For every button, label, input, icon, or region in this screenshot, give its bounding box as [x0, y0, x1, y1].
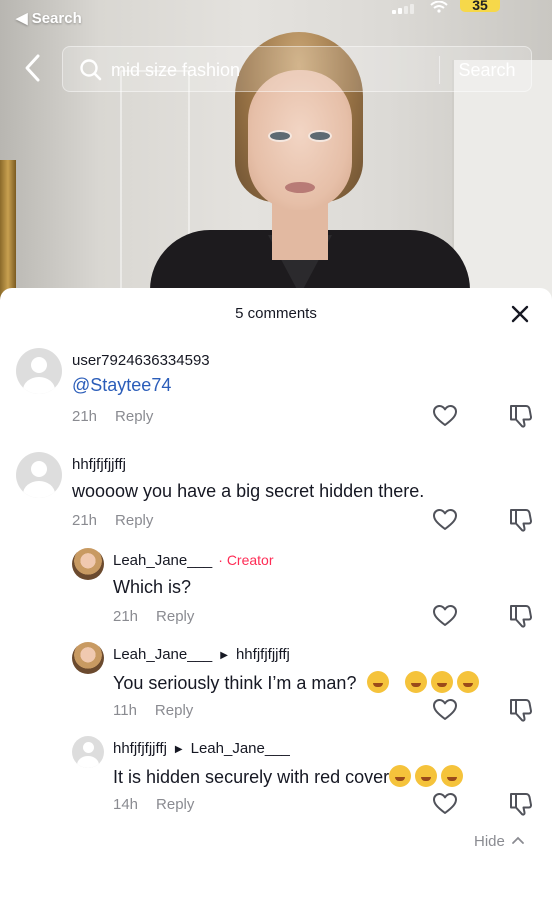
- comment-item: user7924636334593 @Staytee74 21h Reply: [0, 348, 552, 428]
- smirk-emoji-icon: [389, 765, 412, 787]
- reply-item: Leah_Jane___ · Creator Which is? 21h Reply: [0, 548, 552, 628]
- reply-username-link[interactable]: Leah_Jane___: [113, 552, 212, 569]
- thumbs-down-icon[interactable]: [508, 403, 534, 429]
- chevron-up-icon: [512, 836, 524, 844]
- signal-icon: [392, 4, 414, 14]
- picture-frame: [0, 160, 16, 300]
- close-icon[interactable]: [506, 300, 534, 328]
- comments-count-title: 5 comments: [235, 305, 317, 322]
- reply-text: You seriously think I’m a man?: [113, 671, 479, 694]
- reply-username: Leah_Jane___ ▶ hhfjfjfjjffj: [113, 646, 290, 663]
- search-divider: [439, 56, 440, 84]
- chevron-left-icon[interactable]: [18, 50, 48, 86]
- reply-time: 21h: [113, 608, 139, 625]
- laughing-emoji-icon: [367, 671, 390, 693]
- avatar[interactable]: [72, 736, 104, 768]
- reply-text: Which is?: [113, 577, 192, 597]
- thumbs-down-icon[interactable]: [508, 697, 534, 723]
- search-input[interactable]: [111, 57, 431, 83]
- comment-mention[interactable]: @Staytee74: [72, 375, 171, 396]
- reply-time: 14h: [113, 796, 139, 813]
- comment-meta: 21h Reply: [72, 408, 153, 425]
- reply-button[interactable]: Reply: [156, 796, 194, 813]
- reply-username: hhfjfjfjjffj ▶ Leah_Jane___: [113, 740, 290, 757]
- reply-text-body: You seriously think I’m a man?: [113, 673, 357, 693]
- reply-username-link[interactable]: hhfjfjfjjffj: [113, 740, 167, 757]
- heart-outline-icon[interactable]: [432, 791, 458, 817]
- comment-text: woooow you have a big secret hidden ther…: [72, 481, 425, 501]
- reply-arrow-icon: ▶: [174, 744, 183, 755]
- comment-meta: 21h Reply: [72, 512, 153, 529]
- thumbs-down-icon[interactable]: [508, 507, 534, 533]
- reply-button[interactable]: Reply: [115, 408, 153, 425]
- search-bar: Search: [62, 46, 532, 92]
- heart-outline-icon[interactable]: [432, 603, 458, 629]
- hide-replies-button[interactable]: Hide: [474, 833, 525, 850]
- creator-badge: · Creator: [218, 552, 274, 568]
- video-preview[interactable]: [0, 0, 552, 300]
- thumbs-down-icon[interactable]: [508, 791, 534, 817]
- avatar[interactable]: [72, 642, 104, 674]
- reply-text: It is hidden securely with red cover: [113, 765, 464, 788]
- comment-time: 21h: [72, 408, 98, 425]
- reply-button[interactable]: Reply: [115, 512, 153, 529]
- heart-outline-icon[interactable]: [432, 403, 458, 429]
- comment-username[interactable]: hhfjfjfjjffj: [72, 456, 126, 473]
- smirk-emoji-icon: [441, 765, 464, 787]
- reply-button[interactable]: Reply: [155, 702, 193, 719]
- hide-label: Hide: [474, 833, 505, 850]
- smirk-emoji-icon: [415, 765, 438, 787]
- laughing-emoji-icon: [430, 671, 453, 693]
- comments-sheet: 5 comments user7924636334593 @Staytee74 …: [0, 288, 552, 900]
- comment-item: hhfjfjfjjffj woooow you have a big secre…: [0, 452, 552, 532]
- wifi-icon: [430, 0, 448, 18]
- status-back-link[interactable]: ◀ Search: [16, 9, 82, 27]
- laughing-emoji-icon: [404, 671, 427, 693]
- search-button[interactable]: Search: [451, 56, 523, 84]
- status-bar: ◀ Search 35: [0, 0, 552, 40]
- reply-username-link[interactable]: Leah_Jane___: [113, 646, 212, 663]
- reply-to-username[interactable]: Leah_Jane___: [191, 740, 290, 757]
- reply-arrow-icon: ▶: [220, 650, 228, 661]
- reply-item: hhfjfjfjjffj ▶ Leah_Jane___ It is hidden s…: [0, 736, 552, 816]
- avatar[interactable]: [72, 548, 104, 580]
- battery-icon: 35: [460, 0, 500, 13]
- reply-text-body: It is hidden securely with red cover: [113, 767, 390, 787]
- avatar[interactable]: [16, 452, 62, 498]
- comment-username[interactable]: user7924636334593: [72, 352, 210, 369]
- reply-time: 11h: [113, 702, 137, 719]
- laughing-emoji-icon: [456, 671, 479, 693]
- thumbs-down-icon[interactable]: [508, 603, 534, 629]
- reply-meta: 21h Reply: [113, 608, 194, 625]
- avatar[interactable]: [16, 348, 62, 394]
- reply-username: Leah_Jane___ · Creator: [113, 552, 274, 569]
- comment-time: 21h: [72, 512, 98, 529]
- reply-meta: 14h Reply: [113, 796, 194, 813]
- reply-to-username[interactable]: hhfjfjfjjffj: [236, 646, 290, 663]
- heart-outline-icon[interactable]: [432, 697, 458, 723]
- reply-meta: 11h Reply: [113, 702, 193, 719]
- reply-button[interactable]: Reply: [156, 608, 194, 625]
- heart-outline-icon[interactable]: [432, 507, 458, 533]
- reply-item: Leah_Jane___ ▶ hhfjfjfjjffj You seriously …: [0, 642, 552, 722]
- search-icon: [79, 58, 103, 82]
